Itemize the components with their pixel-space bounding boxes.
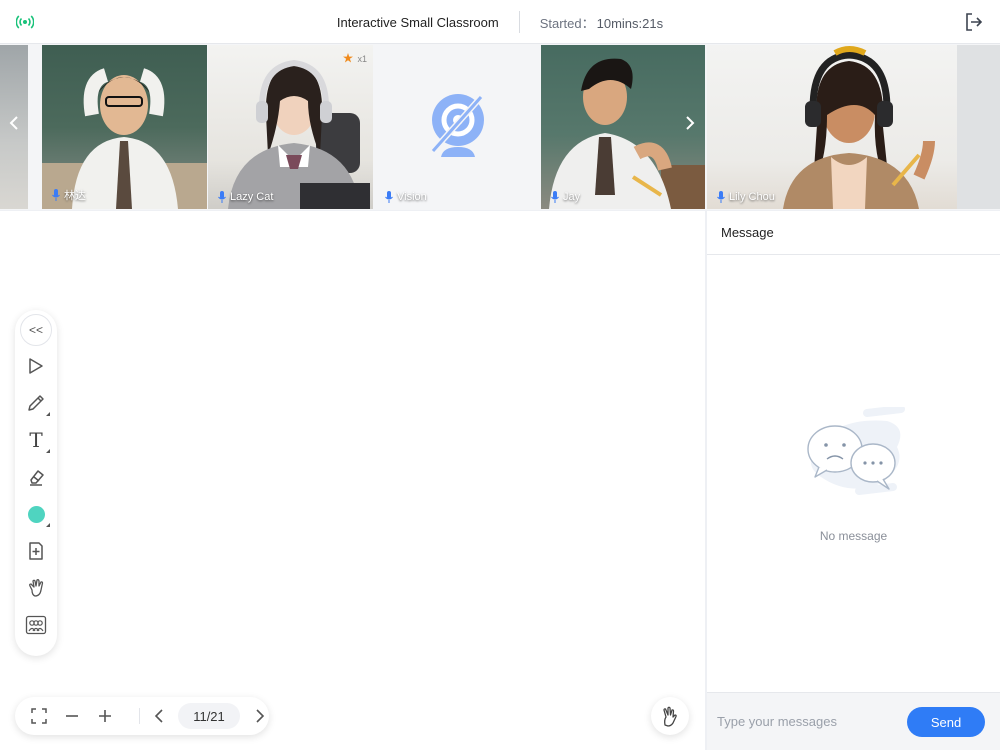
next-page-button[interactable] <box>248 704 272 728</box>
chat-message-input[interactable] <box>717 707 895 735</box>
select-tool[interactable] <box>24 354 48 378</box>
video-tile-teacher[interactable]: Lily Chou <box>707 45 1000 209</box>
participant-video <box>783 45 1000 209</box>
text-icon: T <box>29 428 43 452</box>
participant-video <box>42 68 207 209</box>
submenu-indicator <box>46 412 50 416</box>
participant-video <box>228 59 370 209</box>
color-icon <box>27 505 45 523</box>
participant-name: Lily Chou <box>729 191 775 203</box>
strip-prev-button[interactable] <box>6 104 22 142</box>
video-tile[interactable]: 林达 <box>42 45 207 209</box>
started-timer: Started： 10mins:21s <box>540 13 663 32</box>
send-button[interactable]: Send <box>907 707 985 737</box>
microphone-icon <box>717 191 725 203</box>
video-tile[interactable]: x1 Lazy Cat <box>208 45 373 209</box>
chevron-right-icon <box>256 709 265 723</box>
plus-icon <box>99 710 111 722</box>
started-time: 10mins:21s <box>596 15 664 31</box>
participant-video <box>549 58 705 209</box>
participant-name-tag: Vision <box>385 191 427 203</box>
chevron-right-icon <box>686 116 695 130</box>
zoom-in-button[interactable] <box>93 704 117 728</box>
camera-off-icon <box>430 94 484 157</box>
participant-name-tag: Jay <box>551 191 580 203</box>
header-divider <box>518 11 520 33</box>
eraser-tool[interactable] <box>24 465 48 489</box>
text-tool[interactable]: T <box>24 428 50 453</box>
minus-icon <box>66 715 78 717</box>
signal-icon <box>16 15 34 29</box>
chat-title: Message <box>721 225 774 240</box>
chevron-left-icon <box>9 116 18 130</box>
whiteboard-toolbar: << T <box>15 310 57 656</box>
page-controls: 11/21 <box>15 697 269 735</box>
chat-composer: Send <box>707 692 1000 750</box>
chat-header: Message <box>707 211 1000 255</box>
chat-panel: Message No message Send <box>707 211 1000 750</box>
star-icon <box>343 53 353 63</box>
whiteboard-canvas[interactable] <box>0 211 705 750</box>
raise-hand-icon <box>663 706 677 727</box>
participant-name-tag: 林达 <box>52 187 86 203</box>
gallery-icon <box>25 615 47 635</box>
video-strip: 林达 x1 Lazy Cat Vision Jay Lily Chou <box>0 44 1000 210</box>
top-bar: Interactive Small Classroom Started： 10mi… <box>0 0 1000 44</box>
hand-icon <box>29 579 44 597</box>
page-indicator: 11/21 <box>178 703 240 729</box>
chevron-left-icon <box>154 709 163 723</box>
pencil-tool[interactable] <box>24 391 50 416</box>
participant-name-tag: Lily Chou <box>717 191 775 203</box>
collapse-icon: << <box>28 323 43 337</box>
add-page-icon <box>29 542 43 560</box>
exit-icon[interactable] <box>964 12 984 32</box>
microphone-icon <box>385 191 393 203</box>
submenu-indicator <box>46 523 50 527</box>
page-number: 11/21 <box>193 708 225 724</box>
microphone-icon <box>551 191 559 203</box>
reward-count: x1 <box>357 54 367 64</box>
started-label: Started： <box>539 15 595 31</box>
toolbar-collapse-button[interactable]: << <box>20 314 52 346</box>
no-message-text: No message <box>819 529 888 543</box>
no-message-icon <box>807 407 905 495</box>
select-icon <box>29 358 43 374</box>
add-page-tool[interactable] <box>24 539 48 563</box>
classroom-title: Interactive Small Classroom <box>336 14 499 30</box>
participant-name: 林达 <box>64 190 86 202</box>
strip-next-button[interactable] <box>682 104 698 142</box>
participant-name: Vision <box>397 191 427 203</box>
raise-hand-button[interactable] <box>651 697 689 735</box>
participant-name: Lazy Cat <box>230 191 274 203</box>
color-picker[interactable] <box>24 502 50 527</box>
submenu-indicator <box>46 449 50 453</box>
fullscreen-button[interactable] <box>27 704 51 728</box>
zoom-out-button[interactable] <box>60 704 84 728</box>
prev-page-button[interactable] <box>147 704 171 728</box>
pager-divider <box>139 708 140 724</box>
microphone-icon <box>52 189 60 201</box>
participant-name: Jay <box>563 191 581 203</box>
participant-name-tag: Lazy Cat <box>218 191 273 203</box>
video-tile[interactable]: Jay <box>541 45 705 209</box>
fullscreen-icon <box>31 708 47 724</box>
eraser-icon <box>30 470 44 486</box>
video-tile[interactable]: Vision <box>375 45 539 209</box>
microphone-icon <box>218 191 226 203</box>
hand-tool[interactable] <box>24 576 48 600</box>
pencil-icon <box>28 395 44 411</box>
gallery-tool[interactable] <box>24 613 48 637</box>
